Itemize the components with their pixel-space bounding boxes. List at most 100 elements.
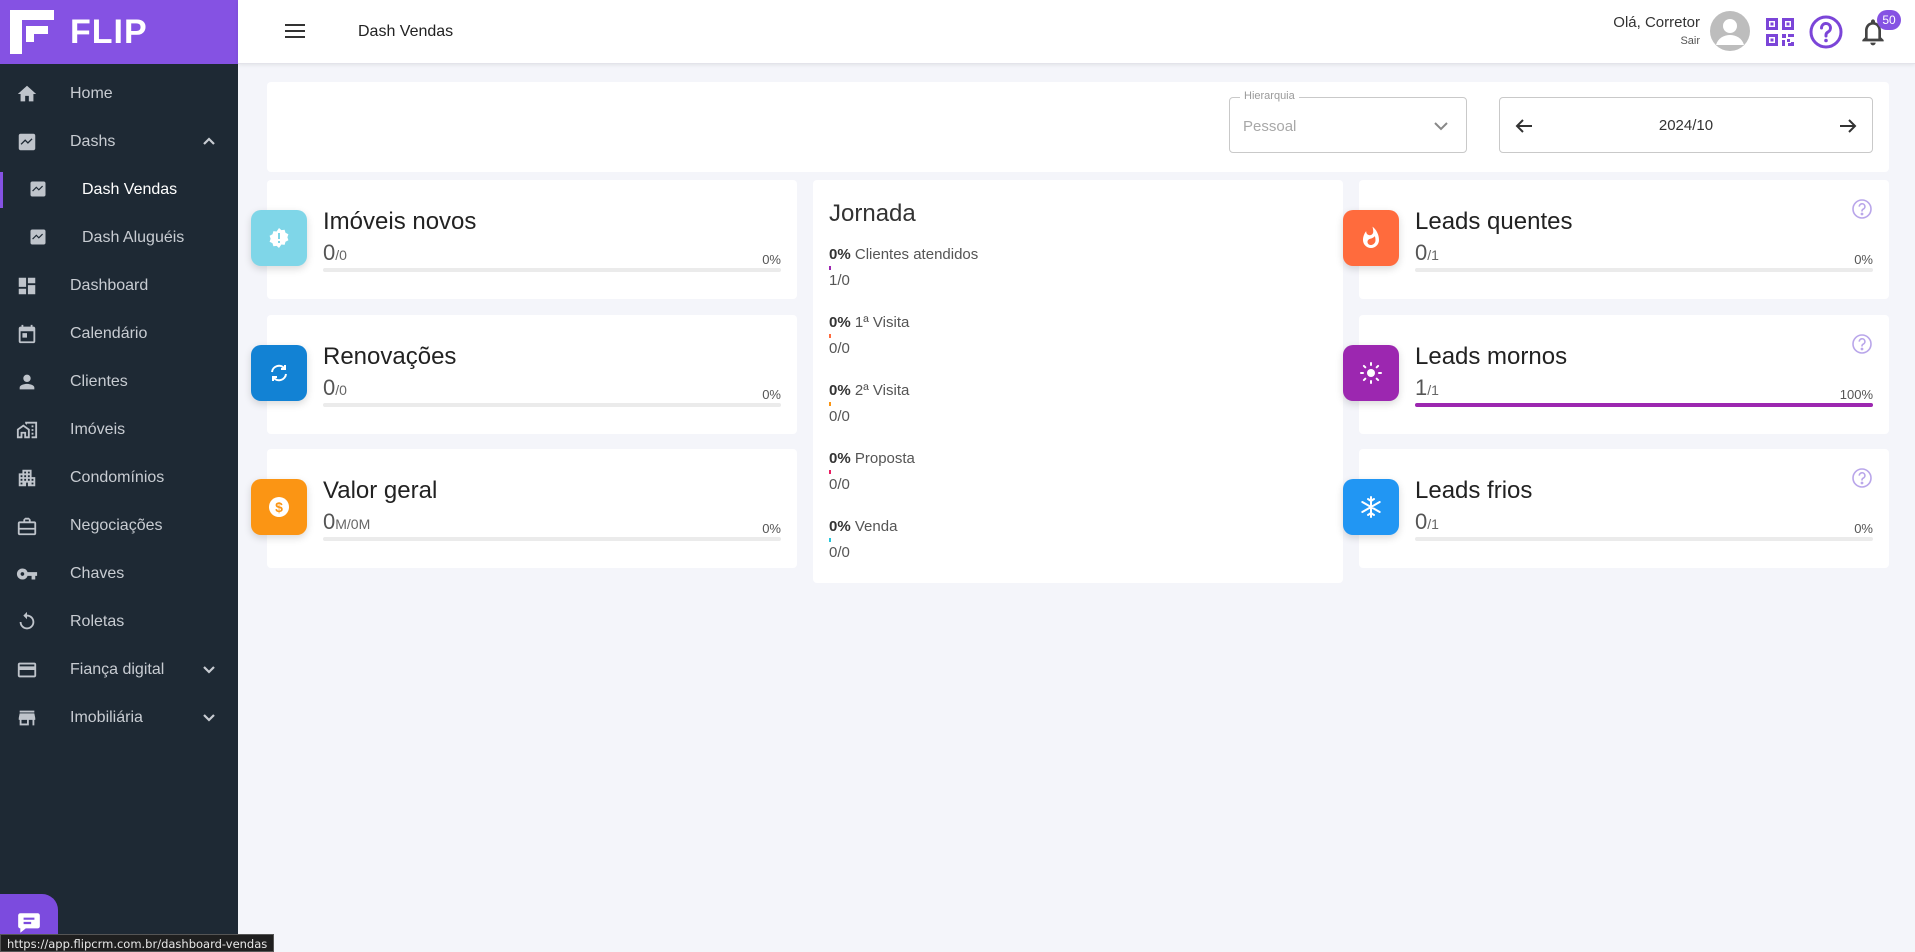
sidebar-item-imobiliaria[interactable]: Imobiliária (0, 694, 238, 742)
hierarchy-select[interactable]: Hierarquia Pessoal (1229, 90, 1467, 153)
help-circle-icon[interactable] (1851, 467, 1873, 489)
sidebar-item-negociacoes[interactable]: Negociações (0, 502, 238, 550)
card-percent: 100% (1839, 387, 1873, 402)
card-value: 0/0 (323, 375, 347, 401)
step-percent: 0% (829, 382, 851, 399)
card-value-sub: /0 (335, 382, 347, 398)
step-label: Clientes atendidos (854, 246, 979, 263)
logout-link[interactable]: Sair (1613, 35, 1700, 47)
card-title: Leads frios (1415, 477, 1533, 504)
logo-bar[interactable]: FLIP (0, 0, 238, 64)
notification-badge: 50 (1877, 10, 1901, 30)
help-circle-icon[interactable] (1851, 333, 1873, 355)
card-icon-box (251, 210, 307, 266)
sidebar-item-label: Condomínios (70, 469, 165, 486)
card-imoveis-novos: Imóveis novos 0/0 0% (251, 180, 797, 299)
sidebar-item-label: Chaves (70, 565, 125, 582)
card-valor-geral: $ Valor geral 0M/0M 0% (251, 449, 797, 568)
card-value-sub: /0 (335, 247, 347, 263)
sidebar-item-label: Imóveis (70, 421, 126, 438)
card-value-sub: /1 (1427, 516, 1439, 532)
card-value-main: 0 (323, 509, 336, 534)
card-value-main: 0 (1415, 509, 1428, 534)
step-label: 1ª Visita (854, 314, 910, 331)
progress-bar (323, 268, 781, 272)
step-label-row: 0% 2ª Visita (829, 382, 1309, 399)
card-title: Imóveis novos (323, 208, 477, 235)
step-percent: 0% (829, 314, 851, 331)
card-percent: 0% (1854, 521, 1873, 536)
step-label-row: 0% 1ª Visita (829, 314, 1309, 331)
sidebar-nav: Home Dashs Dash Vendas Dash Aluguéis Das… (0, 70, 238, 742)
arrow-right-icon (1840, 119, 1857, 133)
card-value: 0/1 (1415, 509, 1439, 535)
buildings-icon (14, 419, 40, 441)
step-progress-mark (829, 334, 831, 338)
sidebar: FLIP Home Dashs Dash Vendas Dash Aluguéi… (0, 0, 238, 952)
progress-bar (323, 537, 781, 541)
next-period-button[interactable] (1838, 116, 1858, 136)
card-leads-quentes: Leads quentes 0/1 0% (1343, 180, 1889, 299)
sidebar-item-label: Clientes (70, 373, 128, 390)
step-value: 1/0 (829, 272, 850, 289)
greeting-text: Olá, Corretor (1613, 14, 1700, 31)
new-badge-icon (269, 228, 289, 248)
sidebar-item-dashboard[interactable]: Dashboard (0, 262, 238, 310)
period-value: 2024/10 (1658, 117, 1714, 134)
briefcase-icon (14, 515, 40, 537)
jornada-title: Jornada (829, 200, 916, 227)
card-value: 1/1 (1415, 375, 1439, 401)
jornada-step: 0% Proposta 0/0 (829, 450, 1309, 493)
chevron-up-icon (202, 134, 216, 148)
qr-code-icon[interactable] (1764, 16, 1796, 48)
card-renovacoes: Renovações 0/0 0% (251, 315, 797, 434)
card-icon-box (1343, 479, 1399, 535)
card-icon (14, 659, 40, 681)
sidebar-item-label: Imobiliária (70, 709, 143, 726)
card-percent: 0% (762, 387, 781, 402)
sidebar-item-chaves[interactable]: Chaves (0, 550, 238, 598)
sidebar-item-roletas[interactable]: Roletas (0, 598, 238, 646)
avatar[interactable] (1710, 11, 1750, 51)
help-circle-icon[interactable] (1851, 198, 1873, 220)
step-percent: 0% (829, 246, 851, 263)
step-value: 0/0 (829, 408, 850, 425)
step-label: Proposta (854, 450, 915, 467)
card-value-main: 0 (323, 240, 336, 265)
menu-toggle-button[interactable] (284, 22, 306, 40)
sidebar-item-condominios[interactable]: Condomínios (0, 454, 238, 502)
jornada-step: 0% Clientes atendidos 1/0 (829, 246, 1309, 289)
sun-icon (1360, 362, 1382, 384)
store-icon (14, 707, 40, 729)
jornada-step: 0% Venda 0/0 (829, 518, 1309, 561)
sidebar-item-dash-alugueis[interactable]: Dash Aluguéis (0, 214, 238, 262)
card-value: 0M/0M (323, 509, 370, 535)
sidebar-item-imoveis[interactable]: Imóveis (0, 406, 238, 454)
card-value-sub: M/0M (335, 516, 371, 532)
help-icon[interactable] (1809, 15, 1843, 49)
progress-bar (1415, 268, 1873, 272)
jornada-step: 0% 1ª Visita 0/0 (829, 314, 1309, 357)
card-value: 0/0 (323, 240, 347, 266)
sidebar-item-label: Dashs (70, 133, 116, 150)
top-bar: Dash Vendas Olá, Corretor Sair 50 (238, 0, 1915, 64)
chart-icon (14, 131, 40, 153)
progress-bar (323, 403, 781, 407)
snowflake-icon (1361, 496, 1381, 518)
sidebar-item-dash-vendas[interactable]: Dash Vendas (0, 166, 238, 214)
step-value: 0/0 (829, 544, 850, 561)
card-icon-box (1343, 210, 1399, 266)
hierarchy-label: Hierarquia (1240, 90, 1299, 102)
chart-icon (28, 227, 50, 249)
card-title: Leads quentes (1415, 208, 1573, 235)
card-value-sub: /1 (1427, 382, 1439, 398)
sidebar-item-clientes[interactable]: Clientes (0, 358, 238, 406)
sidebar-item-fianca-digital[interactable]: Fiança digital (0, 646, 238, 694)
sidebar-item-dashs[interactable]: Dashs (0, 118, 238, 166)
chevron-down-icon (1432, 117, 1450, 135)
hamburger-icon (285, 24, 305, 38)
sidebar-item-calendario[interactable]: Calendário (0, 310, 238, 358)
step-value: 0/0 (829, 476, 850, 493)
sidebar-item-home[interactable]: Home (0, 70, 238, 118)
progress-fill (1415, 403, 1873, 407)
